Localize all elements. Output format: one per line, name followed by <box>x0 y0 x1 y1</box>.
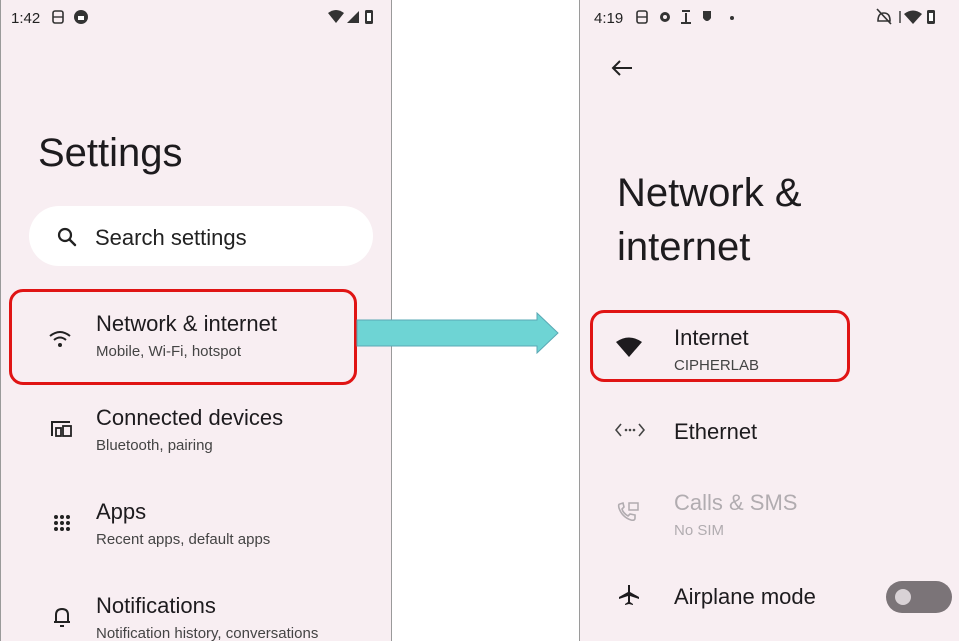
settings-item-airplane-mode[interactable]: Airplane mode <box>580 570 959 625</box>
settings-item-connected-devices[interactable]: Connected devices Bluetooth, pairing <box>1 395 391 475</box>
item-subtitle: No SIM <box>674 522 725 539</box>
page-title-line-2: internet <box>617 225 751 269</box>
ethernet-icon <box>615 423 645 437</box>
network-internet-screen: 4:19 Network & internet Internet CIPHERL… <box>579 0 959 641</box>
highlight-box <box>590 310 850 382</box>
back-arrow-icon[interactable] <box>611 59 633 77</box>
status-icons-left <box>635 8 745 30</box>
item-title: Notifications <box>96 593 216 618</box>
status-time: 4:19 <box>594 10 624 27</box>
transition-arrow <box>356 312 559 354</box>
search-icon <box>57 227 77 247</box>
item-title: Calls & SMS <box>674 490 798 515</box>
airplane-icon <box>619 585 639 605</box>
item-title: Apps <box>96 499 147 524</box>
item-subtitle: Recent apps, default apps <box>96 531 271 548</box>
status-icons-right <box>327 8 375 29</box>
search-bar[interactable]: Search settings <box>29 206 373 266</box>
toggle-thumb <box>895 589 911 605</box>
airplane-mode-toggle[interactable] <box>886 581 952 613</box>
settings-screen: 1:42 Settings Search settings Network & … <box>0 0 392 641</box>
settings-item-ethernet[interactable]: Ethernet <box>580 405 959 460</box>
apps-grid-icon <box>54 515 70 531</box>
settings-item-apps[interactable]: Apps Recent apps, default apps <box>1 490 391 570</box>
page-title: Settings <box>38 131 183 175</box>
calls-sms-icon <box>617 501 639 522</box>
item-title: Ethernet <box>674 419 758 444</box>
status-icons-right <box>876 8 936 29</box>
item-title: Connected devices <box>96 405 284 430</box>
status-icons-left <box>51 8 95 30</box>
settings-item-calls-sms: Calls & SMS No SIM <box>580 480 959 545</box>
item-subtitle: Bluetooth, pairing <box>96 437 213 454</box>
devices-icon <box>51 421 72 437</box>
page-title-line-1: Network & <box>617 171 802 215</box>
settings-item-notifications[interactable]: Notifications Notification history, conv… <box>1 584 391 641</box>
item-subtitle: Notification history, conversations <box>96 625 319 641</box>
status-time: 1:42 <box>11 10 41 27</box>
search-placeholder: Search settings <box>95 225 247 250</box>
item-title: Airplane mode <box>674 584 816 609</box>
highlight-box <box>9 289 357 385</box>
bell-icon <box>54 607 70 627</box>
